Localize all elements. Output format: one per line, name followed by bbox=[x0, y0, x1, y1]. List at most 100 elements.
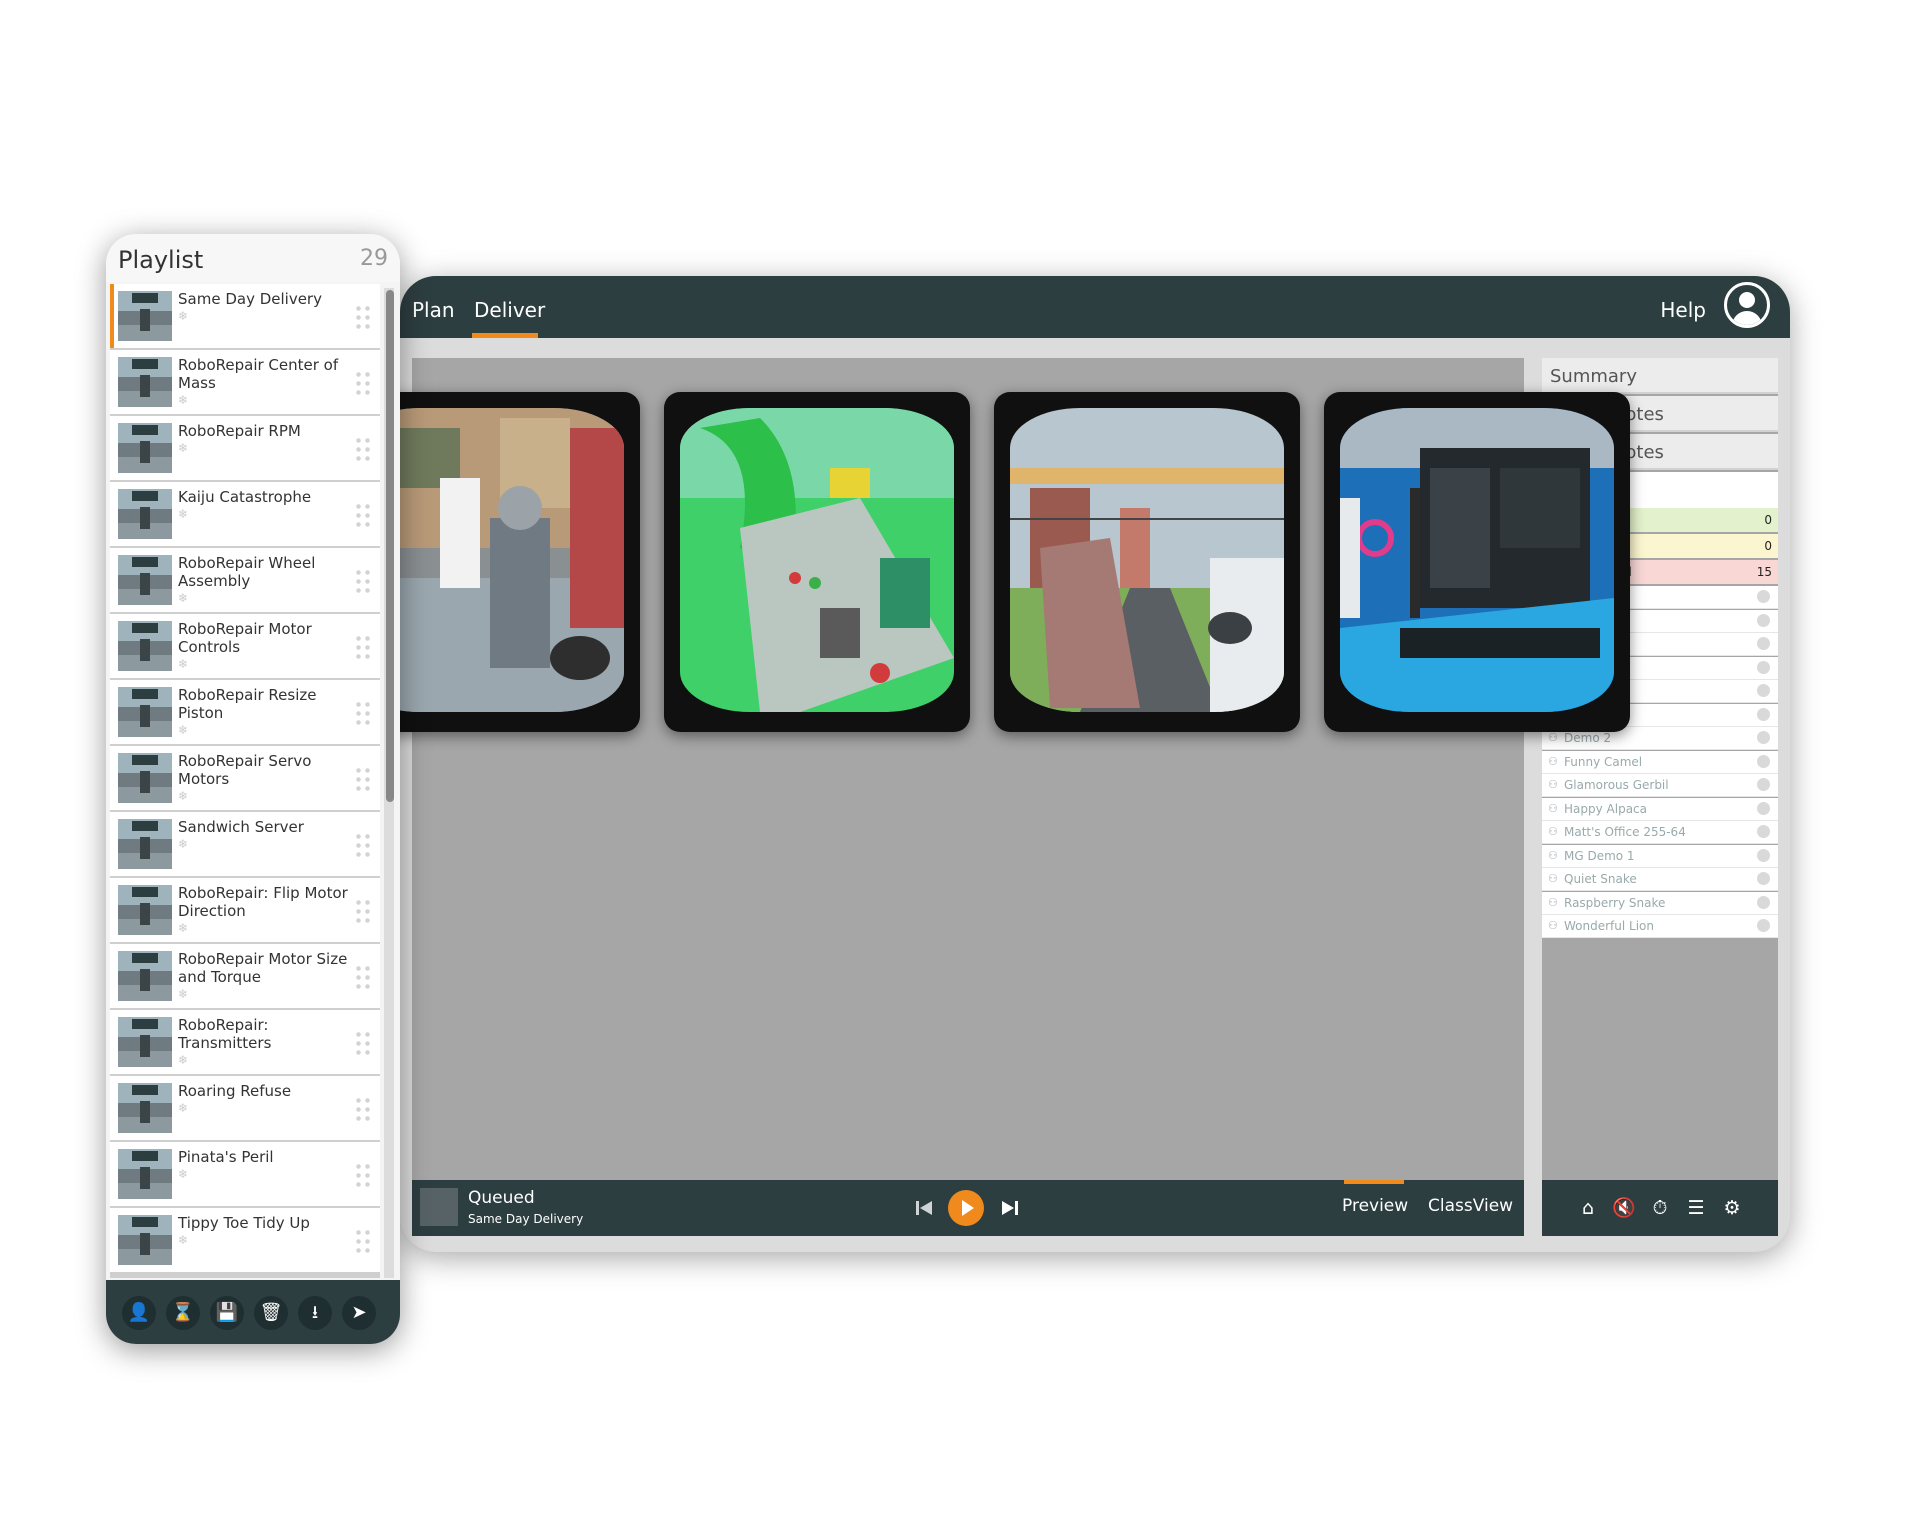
play-button[interactable] bbox=[948, 1190, 984, 1226]
tab-plan[interactable]: Plan bbox=[412, 298, 455, 322]
drag-handle-icon[interactable] bbox=[354, 964, 372, 990]
timer-icon[interactable]: ⏱ bbox=[1648, 1196, 1672, 1220]
snowflake-icon: ❄ bbox=[178, 723, 189, 737]
home-icon[interactable]: ⌂ bbox=[1576, 1196, 1600, 1220]
snowflake-icon: ❄ bbox=[178, 507, 189, 521]
playlist-item-label: RoboRepair RPM bbox=[178, 422, 301, 440]
playlist-item[interactable]: RoboRepair Servo Motors ❄ bbox=[110, 746, 380, 810]
headset-preview-3[interactable] bbox=[994, 392, 1300, 732]
playlist-item[interactable]: RoboRepair: Transmitters ❄ bbox=[110, 1010, 380, 1074]
summary-tab[interactable]: Summary bbox=[1542, 358, 1778, 394]
tab-deliver[interactable]: Deliver bbox=[474, 298, 545, 322]
device-row[interactable]: ⚇ Happy Alpaca bbox=[1542, 797, 1778, 821]
device-name: Matt's Office 255-64 bbox=[1564, 825, 1686, 839]
playlist-item-thumbnail bbox=[118, 489, 172, 539]
device-name: Quiet Snake bbox=[1564, 872, 1637, 886]
snowflake-icon: ❄ bbox=[178, 657, 189, 671]
playlist-item[interactable]: RoboRepair Wheel Assembly ❄ bbox=[110, 548, 380, 612]
snowflake-icon: ❄ bbox=[178, 921, 189, 935]
drag-handle-icon[interactable] bbox=[354, 898, 372, 924]
playlist-item[interactable]: Roaring Refuse ❄ bbox=[110, 1076, 380, 1140]
drag-handle-icon[interactable] bbox=[354, 700, 372, 726]
device-status-icon bbox=[1757, 684, 1770, 697]
drag-handle-icon[interactable] bbox=[354, 634, 372, 660]
playlist-item[interactable]: RoboRepair Center of Mass ❄ bbox=[110, 350, 380, 414]
headset-icon: ⚇ bbox=[1548, 895, 1558, 909]
player-bar: Queued Same Day Delivery Preview ClassVi… bbox=[412, 1180, 1524, 1236]
playlist-scrollbar-thumb[interactable] bbox=[386, 290, 394, 802]
playlist-toolbar: 👤 ⌛ 💾 🗑 ⭳ ➤ bbox=[106, 1280, 400, 1344]
next-track-icon[interactable] bbox=[998, 1196, 1022, 1220]
playlist-item[interactable]: Kaiju Catastrophe ❄ bbox=[110, 482, 380, 546]
playlist-item[interactable]: RoboRepair Resize Piston ❄ bbox=[110, 680, 380, 744]
download-icon[interactable]: ⭳ bbox=[298, 1296, 332, 1330]
preview-tab[interactable]: Preview bbox=[1342, 1196, 1408, 1216]
drag-handle-icon[interactable] bbox=[354, 1228, 372, 1254]
trash-icon[interactable]: 🗑 bbox=[254, 1296, 288, 1330]
playlist-item-label: Kaiju Catastrophe bbox=[178, 488, 312, 506]
drag-handle-icon[interactable] bbox=[354, 370, 372, 396]
snowflake-icon: ❄ bbox=[178, 789, 189, 803]
device-name: MG Demo 1 bbox=[1564, 848, 1635, 863]
drag-handle-icon[interactable] bbox=[354, 832, 372, 858]
save-icon[interactable]: 💾 bbox=[210, 1296, 244, 1330]
settings-gear-icon[interactable]: ⚙ bbox=[1720, 1196, 1744, 1220]
headset-preview-4[interactable] bbox=[1324, 392, 1630, 732]
playlist-item[interactable]: RoboRepair Motor Controls ❄ bbox=[110, 614, 380, 678]
hourglass-icon[interactable]: ⌛ bbox=[166, 1296, 200, 1330]
headset-preview-2[interactable] bbox=[664, 392, 970, 732]
drag-handle-icon[interactable] bbox=[354, 436, 372, 462]
device-row[interactable]: ⚇ Raspberry Snake bbox=[1542, 891, 1778, 915]
device-row[interactable]: ⚇ Glamorous Gerbil bbox=[1542, 774, 1778, 797]
headset-icon: ⚇ bbox=[1548, 825, 1558, 838]
playlist-item[interactable]: Tippy Toe Tidy Up ❄ bbox=[110, 1208, 380, 1272]
drag-handle-icon[interactable] bbox=[354, 1030, 372, 1056]
user-icon[interactable]: 👤 bbox=[122, 1296, 156, 1330]
drag-handle-icon[interactable] bbox=[354, 766, 372, 792]
headset-icon: ⚇ bbox=[1548, 848, 1558, 862]
user-avatar-icon[interactable] bbox=[1724, 282, 1770, 328]
drag-handle-icon[interactable] bbox=[354, 568, 372, 594]
drag-handle-icon[interactable] bbox=[354, 502, 372, 528]
headset-icon: ⚇ bbox=[1548, 919, 1558, 932]
device-row[interactable]: ⚇ Quiet Snake bbox=[1542, 868, 1778, 891]
drag-handle-icon[interactable] bbox=[354, 1162, 372, 1188]
help-link[interactable]: Help bbox=[1660, 298, 1706, 322]
playlist-item-label: Roaring Refuse bbox=[178, 1082, 292, 1100]
playlist-item-thumbnail bbox=[118, 951, 172, 1001]
playlist-item-label: Pinata's Peril bbox=[178, 1148, 274, 1166]
send-icon[interactable]: ➤ bbox=[342, 1296, 376, 1330]
now-playing-status: Queued bbox=[468, 1188, 535, 1208]
device-row[interactable]: ⚇ Matt's Office 255-64 bbox=[1542, 821, 1778, 844]
playlist-item-thumbnail bbox=[118, 1017, 172, 1067]
headset-icon: ⚇ bbox=[1548, 731, 1558, 744]
playlist-item-thumbnail bbox=[118, 621, 172, 671]
playlist-item-label: RoboRepair Motor Size and Torque bbox=[178, 950, 348, 986]
device-row[interactable]: ⚇ Wonderful Lion bbox=[1542, 915, 1778, 938]
playlist-item-label: RoboRepair Servo Motors bbox=[178, 752, 312, 788]
playlist-title: Playlist bbox=[118, 246, 204, 274]
classview-tab[interactable]: ClassView bbox=[1428, 1196, 1513, 1216]
playlist-item[interactable]: Same Day Delivery ❄ bbox=[110, 284, 380, 348]
playlist-item[interactable]: Sandwich Server ❄ bbox=[110, 812, 380, 876]
right-panel-toolbar: ⌂ 🔇 ⏱ ☰ ⚙ bbox=[1542, 1180, 1778, 1236]
playlist-item[interactable]: Pinata's Peril ❄ bbox=[110, 1142, 380, 1206]
device-status-icon bbox=[1757, 707, 1770, 721]
playlist-item-thumbnail bbox=[118, 423, 172, 473]
filter-icon[interactable]: ☰ bbox=[1684, 1196, 1708, 1220]
playlist-item[interactable]: RoboRepair RPM ❄ bbox=[110, 416, 380, 480]
mute-icon[interactable]: 🔇 bbox=[1612, 1196, 1636, 1220]
preview-tab-indicator bbox=[1344, 1180, 1404, 1184]
playlist-item[interactable]: RoboRepair: Flip Motor Direction ❄ bbox=[110, 878, 380, 942]
headset-icon: ⚇ bbox=[1548, 872, 1558, 885]
snowflake-icon: ❄ bbox=[178, 837, 189, 851]
playlist-item[interactable]: RoboRepair Motor Size and Torque ❄ bbox=[110, 944, 380, 1008]
device-row[interactable]: ⚇ Funny Camel bbox=[1542, 750, 1778, 774]
drag-handle-icon[interactable] bbox=[354, 1096, 372, 1122]
drag-handle-icon[interactable] bbox=[354, 304, 372, 330]
device-name: Demo 2 bbox=[1564, 731, 1612, 745]
device-row[interactable]: ⚇ MG Demo 1 bbox=[1542, 844, 1778, 868]
snowflake-icon: ❄ bbox=[178, 591, 189, 605]
playlist-item-label: RoboRepair: Flip Motor Direction bbox=[178, 884, 348, 920]
previous-track-icon[interactable] bbox=[912, 1196, 936, 1220]
